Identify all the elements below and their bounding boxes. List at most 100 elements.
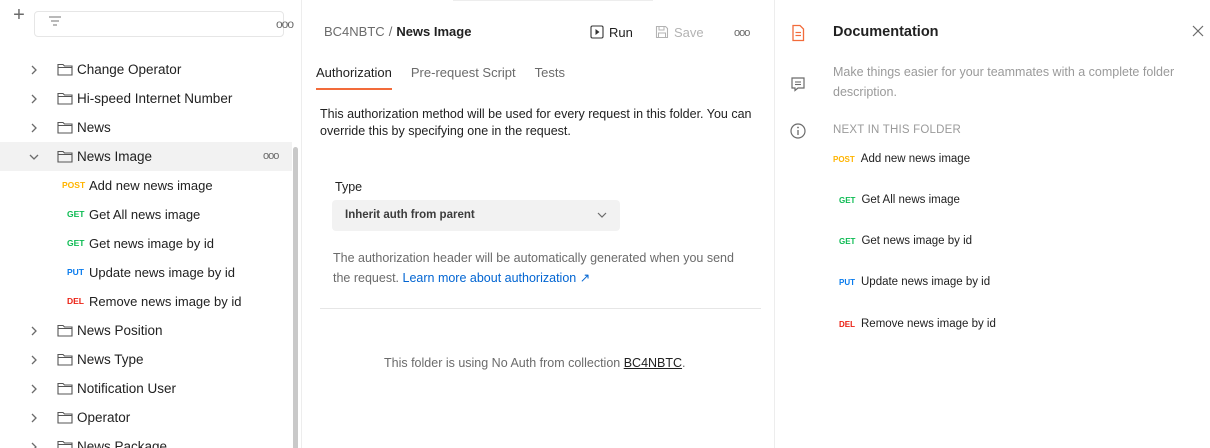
request-label: Add new news image bbox=[89, 178, 213, 193]
documentation-icon[interactable] bbox=[789, 24, 807, 42]
comments-icon[interactable] bbox=[789, 75, 807, 93]
next-request-item[interactable]: DEL Remove news image by id bbox=[839, 316, 996, 332]
method-badge: GET bbox=[839, 195, 856, 205]
tab-tests[interactable]: Tests bbox=[535, 62, 565, 90]
method-badge: POST bbox=[833, 154, 855, 164]
folder-icon bbox=[57, 411, 73, 424]
breadcrumb: BC4NBTC / News Image bbox=[324, 24, 471, 39]
chevron-right-icon[interactable] bbox=[28, 432, 40, 448]
filter-input[interactable] bbox=[34, 11, 284, 37]
folder-row[interactable]: Operator bbox=[0, 403, 292, 432]
chevron-right-icon[interactable] bbox=[28, 316, 40, 345]
next-request-label: Update news image by id bbox=[861, 276, 991, 288]
request-label: Update news image by id bbox=[89, 265, 235, 280]
folder-icon bbox=[57, 324, 73, 337]
folder-more-icon[interactable]: ooo bbox=[263, 142, 279, 171]
auth-info: The authorization header will be automat… bbox=[333, 248, 753, 288]
folder-row[interactable]: News Position bbox=[0, 316, 292, 345]
next-request-item[interactable]: GET Get news image by id bbox=[839, 233, 972, 249]
folder-icon bbox=[57, 92, 73, 105]
next-in-folder-heading: NEXT IN THIS FOLDER bbox=[833, 124, 961, 136]
method-badge: POST bbox=[62, 180, 86, 190]
sidebar-more-icon[interactable]: ooo bbox=[276, 18, 294, 30]
method-badge: DEL bbox=[67, 296, 84, 306]
chevron-right-icon[interactable] bbox=[28, 84, 40, 113]
no-auth-end: . bbox=[682, 356, 686, 370]
breadcrumb-current[interactable]: News Image bbox=[396, 24, 471, 39]
request-row[interactable]: DEL Remove news image by id bbox=[0, 287, 292, 316]
folder-row[interactable]: News bbox=[0, 113, 292, 142]
method-badge: PUT bbox=[67, 267, 84, 277]
folder-label: News Package bbox=[77, 439, 168, 448]
folder-row[interactable]: News Package bbox=[0, 432, 292, 448]
no-auth-message: This folder is using No Auth from collec… bbox=[384, 356, 686, 370]
add-icon[interactable]: + bbox=[10, 5, 28, 25]
chevron-down-icon[interactable] bbox=[28, 142, 40, 171]
folder-icon bbox=[57, 63, 73, 76]
folder-row[interactable]: News Type bbox=[0, 345, 292, 374]
sidebar-toolbar: + ooo bbox=[0, 0, 302, 37]
editor-header: BC4NBTC / News Image Run Save ooo bbox=[303, 0, 775, 52]
next-request-label: Add new news image bbox=[860, 153, 971, 165]
chevron-right-icon[interactable] bbox=[28, 113, 40, 142]
save-icon bbox=[655, 25, 669, 39]
folder-row-selected[interactable]: News Image ooo bbox=[0, 142, 292, 171]
folder-label: Change Operator bbox=[77, 62, 182, 77]
documentation-description[interactable]: Make things easier for your teammates wi… bbox=[833, 62, 1203, 102]
close-icon[interactable] bbox=[1191, 24, 1205, 38]
method-badge: DEL bbox=[839, 319, 855, 329]
sidebar-scrollbar[interactable] bbox=[293, 55, 299, 448]
folder-row[interactable]: Change Operator bbox=[0, 55, 292, 84]
folder-label: News Position bbox=[77, 323, 163, 338]
editor-tabs: Authorization Pre-request Script Tests bbox=[316, 62, 584, 92]
sidebar: + ooo Change Operator Hi-speed Internet … bbox=[0, 0, 302, 448]
method-badge: GET bbox=[67, 209, 85, 219]
request-row[interactable]: GET Get All news image bbox=[0, 200, 292, 229]
play-icon bbox=[590, 25, 604, 39]
folder-row[interactable]: Hi-speed Internet Number bbox=[0, 84, 292, 113]
chevron-right-icon[interactable] bbox=[28, 374, 40, 403]
type-label: Type bbox=[335, 180, 363, 194]
tab-pre-request-script[interactable]: Pre-request Script bbox=[411, 62, 516, 90]
filter-icon bbox=[49, 16, 61, 26]
auth-type-select[interactable]: Inherit auth from parent bbox=[332, 200, 620, 231]
method-badge: GET bbox=[839, 236, 856, 246]
run-button[interactable]: Run bbox=[590, 22, 633, 42]
folder-label: News bbox=[77, 120, 111, 135]
folder-editor: BC4NBTC / News Image Run Save ooo Authoriz… bbox=[303, 0, 775, 448]
next-request-item[interactable]: POST Add new news image bbox=[833, 151, 970, 167]
request-row[interactable]: POST Add new news image bbox=[0, 171, 292, 200]
folder-icon bbox=[57, 440, 73, 448]
method-badge: PUT bbox=[839, 277, 855, 287]
next-request-label: Get news image by id bbox=[861, 235, 973, 247]
folder-label: News Type bbox=[77, 352, 144, 367]
tab-authorization[interactable]: Authorization bbox=[316, 62, 392, 90]
collection-link[interactable]: BC4NBTC bbox=[624, 356, 682, 370]
breadcrumb-collection[interactable]: BC4NBTC bbox=[324, 24, 385, 39]
next-request-item[interactable]: GET Get All news image bbox=[839, 192, 960, 208]
scrollbar-thumb[interactable] bbox=[293, 147, 298, 448]
chevron-down-icon bbox=[597, 212, 607, 218]
learn-more-link[interactable]: Learn more about authorization ↗ bbox=[403, 271, 591, 285]
folder-label: Operator bbox=[77, 410, 131, 425]
chevron-right-icon[interactable] bbox=[28, 345, 40, 374]
more-actions-icon[interactable]: ooo bbox=[734, 27, 750, 39]
next-request-item[interactable]: PUT Update news image by id bbox=[839, 274, 990, 290]
auth-type-value: Inherit auth from parent bbox=[345, 209, 475, 221]
save-button[interactable]: Save bbox=[655, 22, 704, 42]
request-row[interactable]: GET Get news image by id bbox=[0, 229, 292, 258]
divider bbox=[320, 308, 761, 309]
info-icon[interactable] bbox=[789, 122, 807, 140]
request-label: Remove news image by id bbox=[89, 294, 242, 309]
chevron-right-icon[interactable] bbox=[28, 403, 40, 432]
request-row[interactable]: PUT Update news image by id bbox=[0, 258, 292, 287]
folder-row[interactable]: Notification User bbox=[0, 374, 292, 403]
request-label: Get All news image bbox=[89, 207, 201, 222]
chevron-right-icon[interactable] bbox=[28, 55, 40, 84]
folder-icon bbox=[57, 382, 73, 395]
folder-label: Hi-speed Internet Number bbox=[77, 91, 233, 106]
next-request-label: Get All news image bbox=[861, 194, 960, 206]
folder-icon bbox=[57, 150, 73, 163]
next-request-label: Remove news image by id bbox=[861, 318, 996, 330]
run-label: Run bbox=[609, 24, 633, 40]
